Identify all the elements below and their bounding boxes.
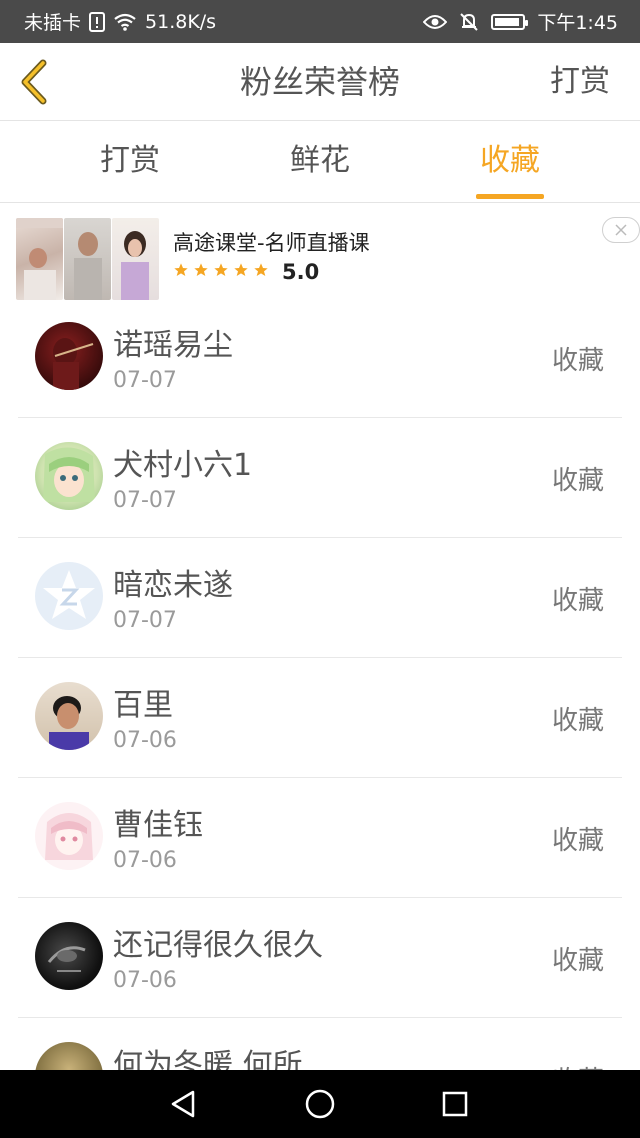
- battery-icon: [491, 13, 529, 30]
- list-item[interactable]: 诺瑶易尘 07-07 收藏: [0, 298, 640, 418]
- tab-bar: 打赏 鲜花 收藏: [0, 121, 640, 203]
- star-icon: [214, 263, 228, 276]
- ad-rating-value: 5.0: [282, 260, 320, 284]
- circle-home-icon: [305, 1089, 335, 1119]
- header-bar: 粉丝荣誉榜 打赏: [0, 43, 640, 121]
- action-label: 收藏: [551, 466, 604, 496]
- fan-list: 诺瑶易尘 07-07 收藏 犬村小六1 07-07 收藏 暗恋未遂 07-07 …: [0, 298, 640, 1070]
- favorite-date: 07-06: [113, 848, 177, 873]
- network-speed: 51.8K/s: [145, 10, 217, 33]
- action-label: 收藏: [551, 946, 604, 976]
- ad-thumbnail: [64, 218, 111, 300]
- action-label: 收藏: [551, 346, 604, 376]
- favorite-date: 07-07: [113, 608, 177, 633]
- user-name: 还记得很久很久: [113, 928, 323, 963]
- avatar: [35, 442, 103, 510]
- favorite-date: 07-06: [113, 968, 177, 993]
- square-recents-icon: [442, 1091, 468, 1117]
- system-nav-bar: [0, 1070, 640, 1138]
- action-label: 收藏: [551, 706, 604, 736]
- favorite-date: 07-07: [113, 488, 177, 513]
- action-label: 收藏: [551, 586, 604, 616]
- user-name: 何为冬暖 何所...: [113, 1048, 332, 1070]
- tab-label: 鲜花: [290, 143, 350, 178]
- avatar: [35, 322, 103, 390]
- star-icon: [254, 263, 268, 276]
- wifi-icon: [113, 13, 137, 31]
- tab-flowers[interactable]: 鲜花: [240, 121, 400, 203]
- tab-favorites[interactable]: 收藏: [430, 121, 590, 203]
- star-icon: [194, 263, 208, 276]
- page-title: 粉丝荣誉榜: [239, 63, 400, 101]
- action-label: 收藏: [552, 1060, 604, 1070]
- triangle-back-icon: [171, 1090, 195, 1118]
- ad-thumbnail: [112, 218, 159, 300]
- status-bar: 未插卡 51.8K/s 下午1:45: [0, 0, 640, 43]
- carrier-label: 未插卡: [24, 12, 82, 34]
- tab-label: 打赏: [100, 143, 160, 178]
- sim-alert-icon: [89, 11, 106, 32]
- reward-button[interactable]: 打赏: [550, 43, 610, 121]
- list-item[interactable]: 百里 07-06 收藏: [0, 658, 640, 778]
- user-name: 百里: [113, 688, 173, 723]
- ad-close-button[interactable]: [602, 217, 640, 243]
- avatar: [35, 682, 103, 750]
- nav-recents-button[interactable]: [437, 1086, 473, 1122]
- list-item[interactable]: 何为冬暖 何所... 收藏: [0, 1018, 640, 1070]
- user-name: 犬村小六1: [113, 448, 253, 483]
- ad-banner[interactable]: 高途课堂-名师直播课 5.0: [0, 203, 640, 308]
- avatar: [35, 922, 103, 990]
- ad-title: 高途课堂-名师直播课: [173, 231, 370, 255]
- close-icon: [615, 224, 627, 236]
- ad-thumbnail: [16, 218, 63, 300]
- eye-icon: [423, 14, 448, 30]
- user-name: 暗恋未遂: [113, 568, 233, 603]
- mute-bell-icon: [459, 12, 479, 32]
- user-name: 诺瑶易尘: [113, 328, 233, 363]
- ad-star-rating: [173, 262, 269, 278]
- list-item[interactable]: 犬村小六1 07-07 收藏: [0, 418, 640, 538]
- star-icon: [234, 263, 248, 276]
- favorite-date: 07-07: [113, 368, 177, 393]
- favorite-date: 07-06: [113, 728, 177, 753]
- user-name: 曹佳钰: [113, 808, 203, 843]
- avatar: [35, 1042, 103, 1070]
- avatar: [35, 562, 103, 630]
- active-tab-indicator: [476, 194, 544, 199]
- nav-back-button[interactable]: [165, 1086, 201, 1122]
- star-icon: [174, 263, 188, 276]
- list-item[interactable]: 还记得很久很久 07-06 收藏: [0, 898, 640, 1018]
- list-item[interactable]: 曹佳钰 07-06 收藏: [0, 778, 640, 898]
- clock: 下午1:45: [537, 12, 618, 34]
- action-label: 收藏: [551, 826, 604, 856]
- list-item[interactable]: 暗恋未遂 07-07 收藏: [0, 538, 640, 658]
- tab-reward[interactable]: 打赏: [50, 121, 210, 203]
- avatar: [35, 802, 103, 870]
- tab-label: 收藏: [480, 143, 540, 178]
- nav-home-button[interactable]: [302, 1086, 338, 1122]
